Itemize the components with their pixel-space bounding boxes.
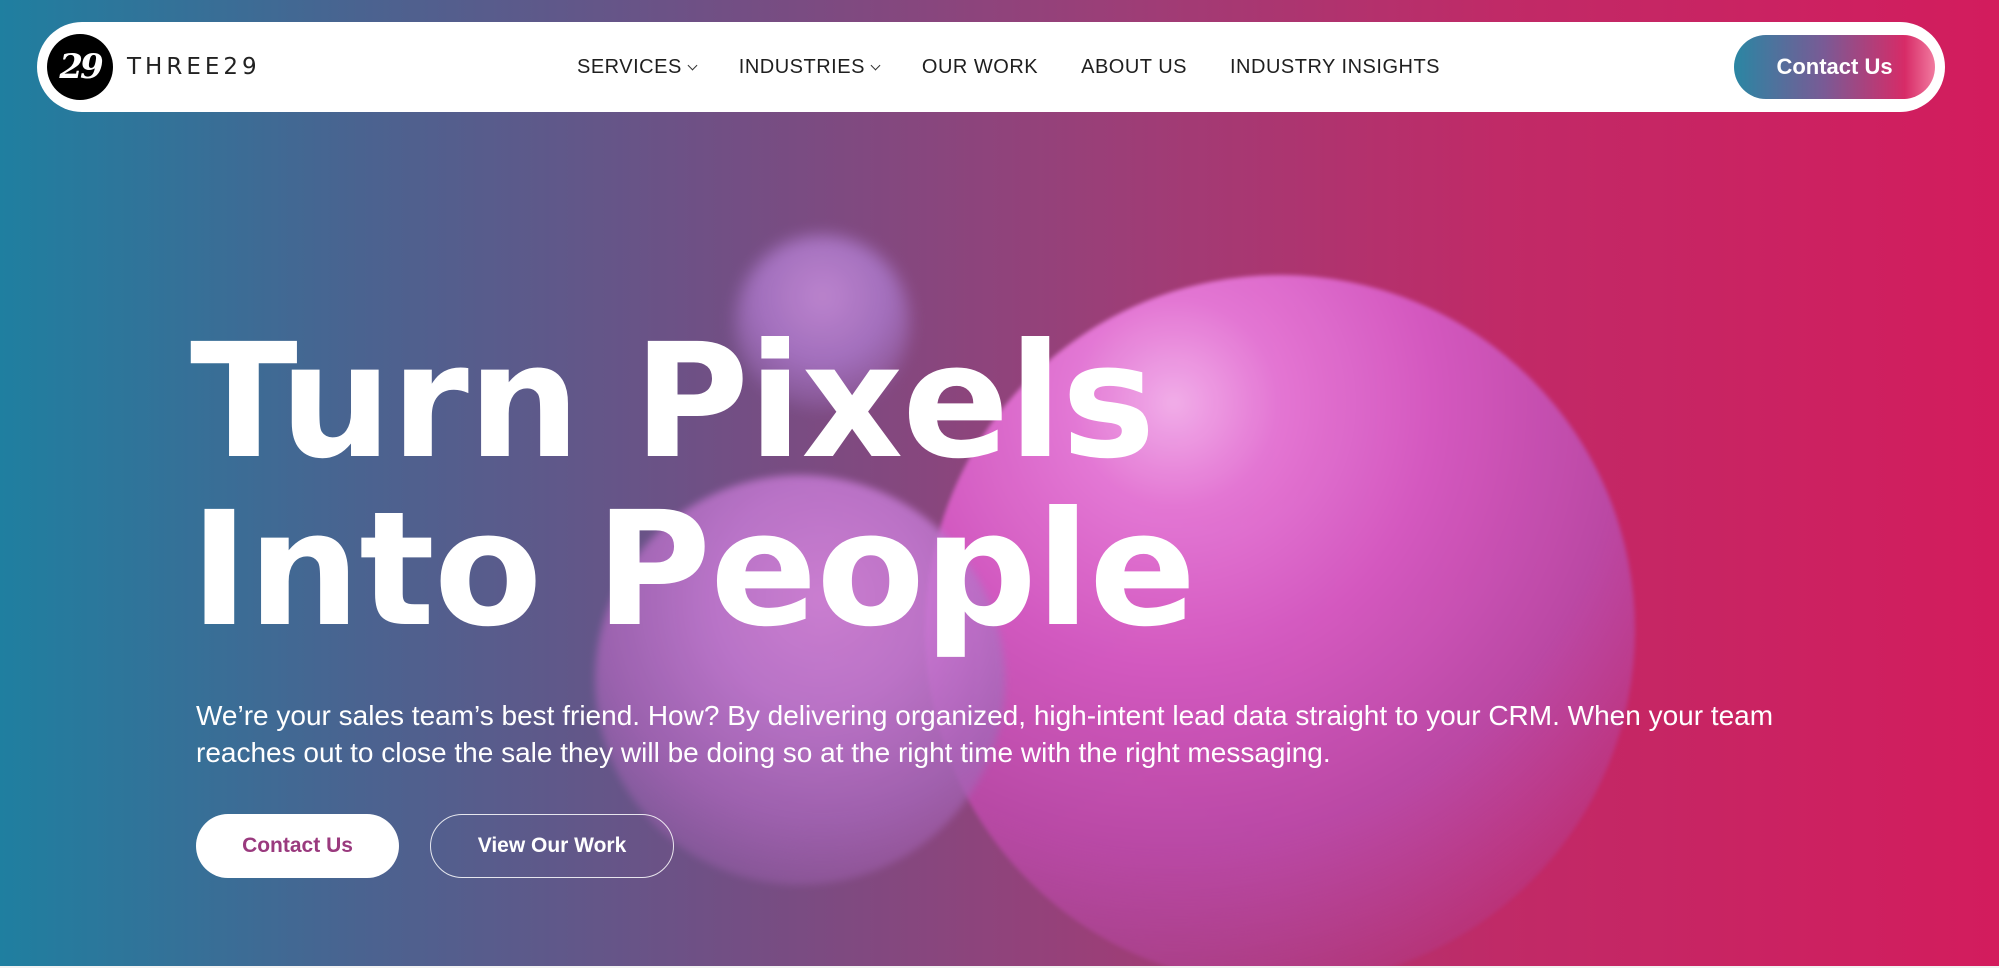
nav-item-label: SERVICES bbox=[577, 55, 682, 78]
view-our-work-button[interactable]: View Our Work bbox=[430, 814, 674, 878]
brand-logo[interactable]: 29 THREE29 bbox=[47, 34, 261, 100]
nav-contact-button[interactable]: Contact Us bbox=[1734, 35, 1935, 99]
chevron-down-icon bbox=[870, 60, 881, 70]
nav-item-label: OUR WORK bbox=[921, 55, 1039, 78]
logo-mark: 29 bbox=[47, 34, 113, 100]
nav-item-label: INDUSTRIES bbox=[738, 55, 865, 78]
nav-item-label: ABOUT US bbox=[1081, 55, 1187, 78]
hero-headline: Turn Pixels Into People bbox=[190, 310, 1196, 662]
headline-line-1: Turn Pixels bbox=[190, 310, 1156, 494]
nav-item-label: INDUSTRY INSIGHTS bbox=[1230, 55, 1441, 78]
chevron-down-icon bbox=[687, 60, 698, 70]
headline-line-2: Into People bbox=[190, 478, 1196, 662]
nav-item-industry-insights[interactable]: INDUSTRY INSIGHTS bbox=[1230, 56, 1440, 79]
brand-name: THREE29 bbox=[127, 54, 261, 80]
nav-item-about-us[interactable]: ABOUT US bbox=[1081, 56, 1187, 79]
nav-item-industries[interactable]: INDUSTRIES bbox=[738, 55, 881, 79]
hero-section: 29 THREE29 SERVICES INDUSTRIES OUR WORK … bbox=[0, 0, 1999, 966]
top-navigation-bar: 29 THREE29 SERVICES INDUSTRIES OUR WORK … bbox=[37, 22, 1945, 112]
hero-subtext: We’re your sales team’s best friend. How… bbox=[196, 700, 1774, 768]
nav-menu: SERVICES INDUSTRIES OUR WORK ABOUT US IN… bbox=[577, 22, 1483, 112]
contact-us-button[interactable]: Contact Us bbox=[196, 814, 399, 878]
nav-item-our-work[interactable]: OUR WORK bbox=[922, 56, 1038, 79]
nav-item-services[interactable]: SERVICES bbox=[577, 55, 698, 79]
